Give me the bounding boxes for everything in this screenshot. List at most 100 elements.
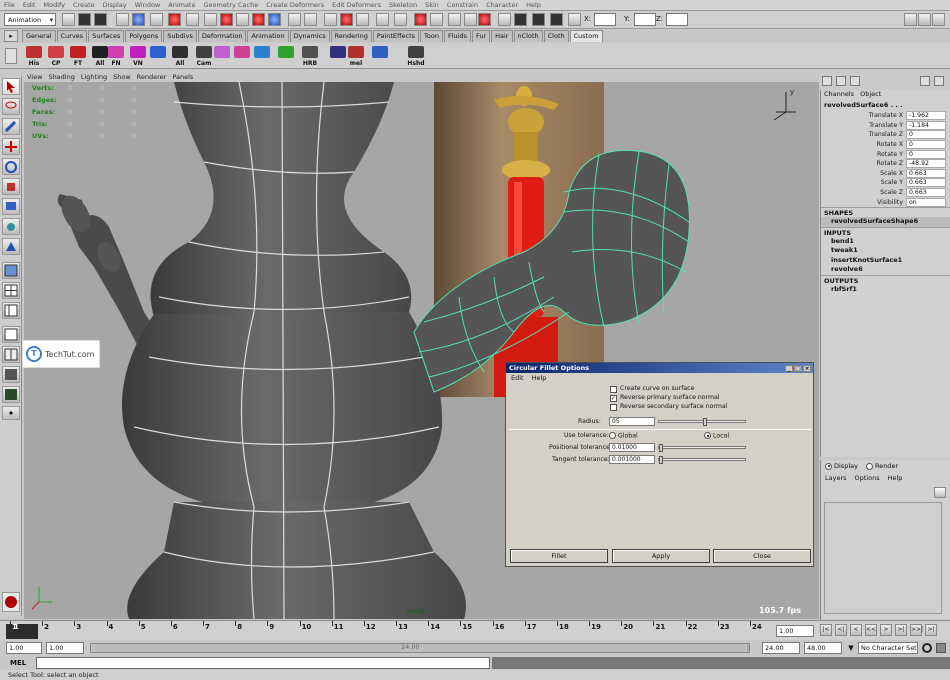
tab-rendering[interactable]: Rendering [330, 30, 372, 42]
tab-surfaces[interactable]: Surfaces [88, 30, 125, 42]
shelf-button-5[interactable]: VN [128, 45, 148, 67]
playback-button-0[interactable]: |< [820, 624, 832, 636]
attribute-value[interactable]: -1.184 [906, 120, 946, 130]
viewport-menu-view[interactable]: View [27, 73, 42, 81]
menu-constrain[interactable]: Constrain [447, 1, 478, 9]
hypershade-toolbar-icon[interactable] [550, 13, 563, 26]
attribute-value[interactable]: on [906, 197, 946, 207]
display-radio[interactable]: Display [825, 462, 858, 470]
viewport-menu-lighting[interactable]: Lighting [81, 73, 107, 81]
tab-curves[interactable]: Curves [56, 30, 88, 42]
channel-list-icon[interactable] [850, 76, 860, 86]
mask-misc-icon[interactable] [304, 13, 317, 26]
attribute-row[interactable]: Visibility on [821, 197, 950, 207]
character-set-arrow-icon[interactable]: ▼ [846, 643, 856, 653]
shelf-button-14[interactable] [328, 45, 348, 67]
dialog-titlebar[interactable]: Circular Fillet Options _ □ × [506, 363, 813, 373]
menu-set-dropdown[interactable]: Animation ▾ [4, 13, 56, 26]
tab-cloth[interactable]: Cloth [543, 30, 569, 42]
construction-history-icon[interactable] [448, 13, 461, 26]
menu-display[interactable]: Display [103, 1, 127, 9]
playback-button-3[interactable]: << [865, 624, 877, 636]
shelf-button-16[interactable] [370, 45, 390, 67]
layer-menu-options[interactable]: Options [855, 474, 880, 482]
attribute-value[interactable]: -1.962 [906, 111, 946, 121]
tab-fluids[interactable]: Fluids [443, 30, 471, 42]
tab-polygons[interactable]: Polygons [125, 30, 163, 42]
show-manipulator-icon[interactable] [2, 238, 20, 255]
render-globals-icon[interactable] [498, 13, 511, 26]
channel-key-icon[interactable] [920, 76, 930, 86]
menu-animate[interactable]: Animate [168, 1, 195, 9]
toolbox-more-icon[interactable] [2, 406, 20, 420]
current-time-marker[interactable] [6, 624, 38, 639]
shelf-button-6[interactable] [148, 45, 168, 67]
playback-button-6[interactable]: >>| [910, 624, 923, 636]
show-channel-box-icon[interactable] [932, 13, 945, 26]
shelf-button-15[interactable]: mel [346, 45, 366, 67]
checkbox-1[interactable]: ✓ [610, 395, 617, 402]
snap-view-plane-icon[interactable] [376, 13, 389, 26]
tab-fur[interactable]: Fur [471, 30, 491, 42]
layer-menu-help[interactable]: Help [888, 474, 903, 482]
playback-button-5[interactable]: >| [895, 624, 907, 636]
radius-field[interactable]: 05 [609, 417, 655, 426]
mask-handles-icon[interactable] [186, 13, 199, 26]
menu-edit-deformers[interactable]: Edit Deformers [332, 1, 381, 9]
playback-end-field[interactable]: 24.00 [762, 642, 800, 654]
shelf-button-7[interactable]: All [170, 45, 190, 67]
scale-tool-icon[interactable] [2, 178, 20, 195]
menu-file[interactable]: File [4, 1, 15, 9]
attribute-value[interactable]: 0 [906, 130, 946, 140]
positional-tolerance-field[interactable]: 0.01000 [609, 443, 655, 452]
output-ops-icon[interactable] [430, 13, 443, 26]
shelf-button-13[interactable]: HRB [300, 45, 320, 67]
viewport-menu-shading[interactable]: Shading [48, 73, 74, 81]
input-box-icon[interactable] [568, 13, 581, 26]
ipr-render-icon[interactable] [478, 13, 491, 26]
input-node[interactable]: revolve6 [821, 265, 950, 275]
shelf-button-8[interactable]: Cam [194, 45, 214, 67]
layer-menu-layers[interactable]: Layers [825, 474, 847, 482]
new-scene-icon[interactable] [62, 13, 75, 26]
channel-layout-icon[interactable] [822, 76, 832, 86]
new-layer-icon[interactable] [934, 487, 946, 498]
menu-edit[interactable]: Edit [23, 1, 36, 9]
channel-box-object-name[interactable]: revolvedSurface6 . . . [821, 100, 950, 111]
mask-deformations-icon[interactable] [252, 13, 265, 26]
menu-skin[interactable]: Skin [425, 1, 439, 9]
tab-general[interactable]: General [22, 30, 56, 42]
select-tool-icon[interactable] [2, 78, 20, 95]
maximize-icon[interactable]: □ [794, 364, 802, 372]
layout-four-icon[interactable] [2, 282, 20, 299]
dialog-menu-edit[interactable]: Edit [511, 374, 524, 382]
tab-toon[interactable]: Toon [420, 30, 443, 42]
tab-subdivs[interactable]: Subdivs [163, 30, 197, 42]
time-slider[interactable]: 1 1 2 3 4 5 6 7 8 9 10 11 12 13 14 15 16 17 18 19 20 21 22 23 2… [0, 620, 950, 640]
layer-list[interactable] [824, 502, 942, 614]
tangent-slider-thumb[interactable] [659, 456, 663, 464]
mask-dynamics-icon[interactable] [268, 13, 281, 26]
tangent-tolerance-field[interactable]: 0.001000 [609, 455, 655, 464]
tab-ncloth[interactable]: nCloth [513, 30, 543, 42]
playback-start-field[interactable]: 1.00 [46, 642, 84, 654]
positional-slider-thumb[interactable] [659, 444, 663, 452]
output-node[interactable]: rbfSrf1 [821, 285, 950, 295]
minimize-icon[interactable]: _ [785, 364, 793, 372]
attribute-value[interactable]: -48.92 [906, 159, 946, 169]
menu-modify[interactable]: Modify [43, 1, 65, 9]
mask-curves-icon[interactable] [220, 13, 233, 26]
menu-create-deformers[interactable]: Create Deformers [266, 1, 324, 9]
mask-surfaces-icon[interactable] [236, 13, 249, 26]
tab-animation[interactable]: Animation [247, 30, 289, 42]
attribute-row[interactable]: Scale Y 0.663 [821, 178, 950, 188]
menu-help[interactable]: Help [526, 1, 541, 9]
input-node[interactable]: bend1 [821, 237, 950, 247]
tangent-tolerance-slider[interactable] [658, 456, 746, 464]
select-object-icon[interactable] [132, 13, 145, 26]
shelf-button-10[interactable] [232, 45, 252, 67]
playback-button-4[interactable]: > [880, 624, 892, 636]
attribute-row[interactable]: Translate Y -1.184 [821, 120, 950, 131]
select-hierarchy-icon[interactable] [116, 13, 129, 26]
attribute-row[interactable]: Rotate X0 [821, 140, 950, 150]
